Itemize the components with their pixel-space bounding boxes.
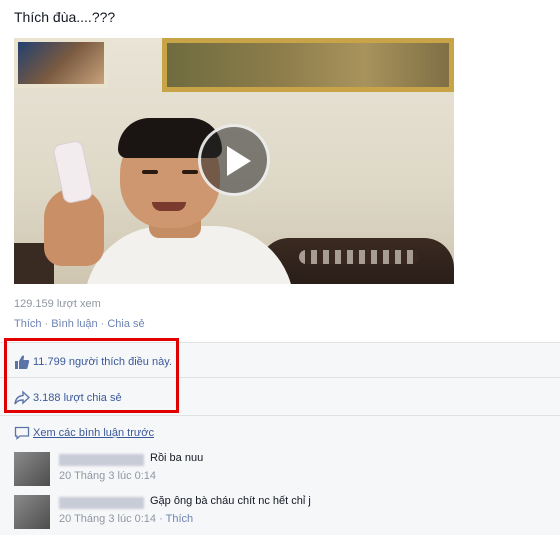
action-separator: · (100, 318, 105, 330)
play-button[interactable] (198, 124, 270, 196)
comment-text: Rồi ba nuu (150, 452, 204, 464)
comment-icon (14, 426, 30, 440)
highlight-box (4, 338, 179, 413)
comment-timestamp[interactable]: 20 Tháng 3 lúc 0:14 (59, 470, 156, 482)
post-actions: Thích · Bình luận · Chia sẻ (14, 318, 145, 330)
comment-like-link[interactable]: Thích (166, 513, 194, 525)
play-icon (227, 146, 251, 176)
comment-item: Rồi ba nuu 20 Tháng 3 lúc 0:14 (14, 452, 554, 494)
comment-text: Gặp ông bà cháu chít nc hết chỉ j (150, 495, 311, 507)
avatar[interactable] (14, 452, 50, 486)
post-text: Thích đùa....??? (14, 9, 116, 25)
divider (0, 415, 560, 416)
commenter-name-redacted[interactable] (59, 454, 144, 466)
share-link[interactable]: Chia sẻ (107, 318, 144, 330)
like-link[interactable]: Thích (14, 318, 42, 330)
wall-photo-left (14, 38, 108, 88)
video-player[interactable] (14, 38, 454, 284)
action-separator: · (44, 318, 49, 330)
comment-item: Gặp ông bà cháu chít nc hết chỉ j 20 Thá… (14, 495, 554, 535)
commenter-name-redacted[interactable] (59, 497, 144, 509)
person-eye (142, 170, 158, 174)
wall-painting (162, 38, 454, 92)
view-previous-comments-link[interactable]: Xem các bình luận trước (33, 427, 154, 439)
comment-meta: 20 Tháng 3 lúc 0:14 (59, 470, 156, 482)
avatar[interactable] (14, 495, 50, 529)
comment-link[interactable]: Bình luận (51, 318, 97, 330)
person-mouth (152, 202, 186, 211)
comment-meta: 20 Tháng 3 lúc 0:14 · Thích (59, 513, 194, 525)
comment-timestamp[interactable]: 20 Tháng 3 lúc 0:14 (59, 513, 156, 525)
view-count: 129.159 lượt xem (14, 298, 101, 310)
person-eye (182, 170, 198, 174)
